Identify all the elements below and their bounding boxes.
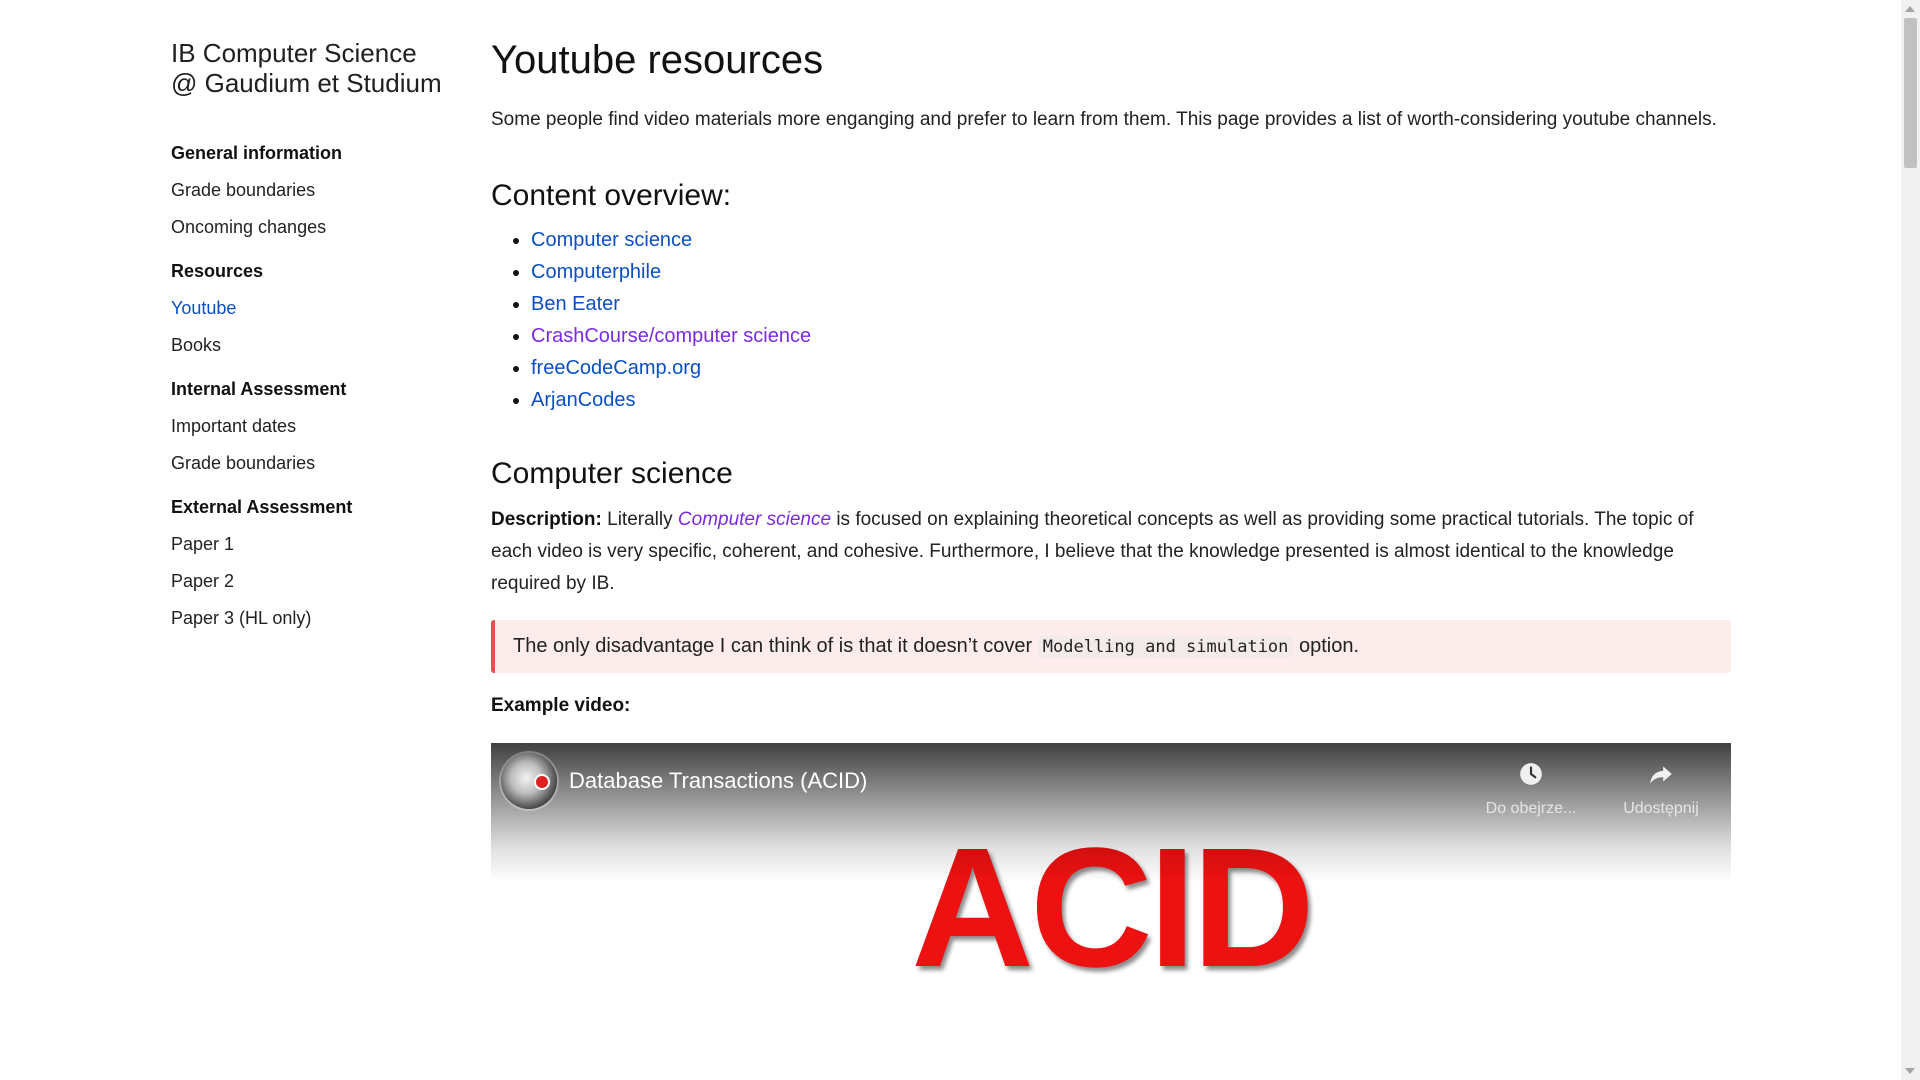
description-pre: Literally xyxy=(607,509,673,530)
watch-later-button[interactable]: Do obejrze... xyxy=(1476,761,1586,818)
toc-link-computerphile[interactable]: Computerphile xyxy=(531,261,661,283)
warning-callout: The only disadvantage I can think of is … xyxy=(491,620,1731,673)
toc-link-crashcourse[interactable]: CrashCourse/computer science xyxy=(531,325,811,347)
page-scrollbar[interactable] xyxy=(1901,0,1920,1080)
list-item: freeCodeCamp.org xyxy=(531,352,1731,384)
scroll-up-arrow[interactable] xyxy=(1905,6,1915,12)
list-item: Computer science xyxy=(531,224,1731,256)
scroll-thumb[interactable] xyxy=(1904,18,1917,168)
watch-later-label: Do obejrze... xyxy=(1485,800,1577,817)
site-title-line1: IB Computer Science xyxy=(171,38,417,68)
computer-science-heading: Computer science xyxy=(491,457,733,490)
nav-item-paper-1[interactable]: Paper 1 xyxy=(171,533,461,555)
nav-heading-internal-assessment: Internal Assessment xyxy=(171,379,347,399)
description-label: Description: xyxy=(491,509,602,530)
nav-item-important-dates[interactable]: Important dates xyxy=(171,415,461,437)
nav-heading-resources: Resources xyxy=(171,261,264,281)
channel-avatar[interactable] xyxy=(501,753,557,809)
example-video-label: Example video: xyxy=(491,695,631,716)
nav-heading-external-assessment: External Assessment xyxy=(171,497,353,517)
channel-link-computer-science[interactable]: Computer science xyxy=(678,509,831,530)
clock-icon xyxy=(1520,763,1542,785)
share-icon xyxy=(1650,766,1672,784)
toc-link-computer-science[interactable]: Computer science xyxy=(531,229,692,251)
site-title[interactable]: IB Computer Science @ Gaudium et Studium xyxy=(171,38,461,98)
toc-link-freecodecamp[interactable]: freeCodeCamp.org xyxy=(531,357,701,379)
nav-item-books[interactable]: Books xyxy=(171,334,461,356)
nav-item-paper-2[interactable]: Paper 2 xyxy=(171,570,461,592)
description-paragraph: Description: Literally Computer science … xyxy=(491,504,1731,600)
list-item: CrashCourse/computer science xyxy=(531,320,1731,352)
nav-section-general: General information Grade boundaries Onc… xyxy=(171,142,461,238)
share-button[interactable]: Udostępnij xyxy=(1606,761,1716,818)
video-title[interactable]: Database Transactions (ACID) xyxy=(569,767,867,795)
site-title-line2: @ Gaudium et Studium xyxy=(171,68,442,98)
list-item: Ben Eater xyxy=(531,288,1731,320)
nav-item-paper-3[interactable]: Paper 3 (HL only) xyxy=(171,607,461,629)
callout-text-post: option. xyxy=(1298,635,1360,657)
toc-link-arjancodes[interactable]: ArjanCodes xyxy=(531,389,636,411)
nav-heading-general: General information xyxy=(171,143,343,163)
nav-item-oncoming-changes[interactable]: Oncoming changes xyxy=(171,216,461,238)
avatar-logo-dot xyxy=(534,774,550,790)
nav-section-external-assessment: External Assessment Paper 1 Paper 2 Pape… xyxy=(171,496,461,629)
nav-item-grade-boundaries[interactable]: Grade boundaries xyxy=(171,179,461,201)
sidebar: IB Computer Science @ Gaudium et Studium… xyxy=(171,38,461,651)
nav-section-resources: Resources Youtube Books xyxy=(171,260,461,356)
nav-section-internal-assessment: Internal Assessment Important dates Grad… xyxy=(171,378,461,474)
scroll-down-arrow[interactable] xyxy=(1905,1068,1915,1074)
toc-link-ben-eater[interactable]: Ben Eater xyxy=(531,293,620,315)
main-content: Youtube resources Some people find video… xyxy=(491,36,1731,1053)
nav-item-ia-grade-boundaries[interactable]: Grade boundaries xyxy=(171,452,461,474)
intro-paragraph: Some people find video materials more en… xyxy=(491,109,1717,130)
content-overview-list: Computer science Computerphile Ben Eater… xyxy=(491,224,1731,416)
page-title: Youtube resources xyxy=(491,38,824,82)
content-overview-heading: Content overview: xyxy=(491,179,732,212)
callout-code: Modelling and simulation xyxy=(1037,636,1294,658)
list-item: ArjanCodes xyxy=(531,384,1731,416)
callout-text-pre: The only disadvantage I can think of is … xyxy=(513,635,1033,657)
nav-item-youtube[interactable]: Youtube xyxy=(171,297,461,319)
video-embed[interactable]: ACID Database Transactions (ACID) Do obe… xyxy=(491,743,1731,1053)
list-item: Computerphile xyxy=(531,256,1731,288)
share-label: Udostępnij xyxy=(1623,800,1699,817)
